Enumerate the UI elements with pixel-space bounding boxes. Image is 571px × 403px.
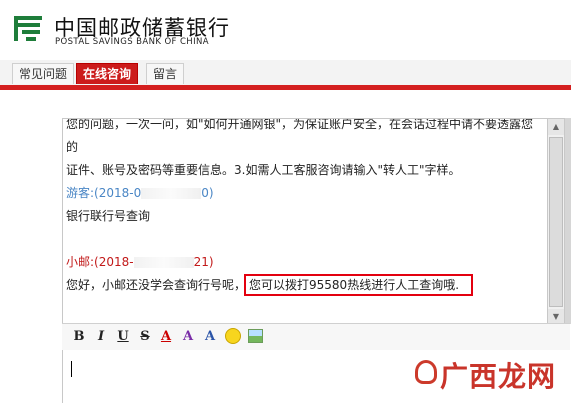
strikethrough-icon[interactable]: S xyxy=(136,328,154,346)
highlighted-hotline-text: 您可以拨打95580热线进行人工查询哦. xyxy=(244,274,474,296)
font-size-icon[interactable]: A xyxy=(201,328,219,346)
guest-name: 游客:(2018-0 xyxy=(66,186,142,200)
underline-icon[interactable]: U xyxy=(114,328,132,346)
tab-faq[interactable]: 常见问题 xyxy=(12,63,75,84)
italic-icon[interactable]: I xyxy=(92,328,110,346)
watermark-text: 广西龙网 xyxy=(440,360,557,393)
text-caret xyxy=(71,361,72,377)
agent-time-tail: 21) xyxy=(193,255,214,269)
redacted-time xyxy=(141,188,202,199)
tab-bar: 常见问题 在线咨询 留言 xyxy=(0,60,571,86)
window-edge xyxy=(565,118,571,324)
chat-scrollbar[interactable]: ▲ ▼ xyxy=(547,118,565,326)
watermark-logo-icon xyxy=(415,360,437,384)
guest-message-meta: 游客:(2018-0 0) xyxy=(66,182,541,205)
agent-message-meta: 小邮:(2018- 21) xyxy=(66,251,541,274)
agent-name: 小邮:(2018- xyxy=(66,255,134,269)
system-tip-line1: 您的问题，一次一问，如"如何开通网银"，为保证账户安全，在会话过程中请不要透露您… xyxy=(66,118,534,154)
highlight-icon[interactable]: A xyxy=(179,328,197,346)
agent-message-part1: 您好，小邮还没学会查询行号呢， xyxy=(66,278,247,292)
chat-history[interactable]: 您的问题，一次一问，如"如何开通网银"，为保证账户安全，在会话过程中请不要透露您… xyxy=(62,118,548,326)
agent-message: 您好，小邮还没学会查询行号呢， 您可以拨打95580热线进行人工查询哦. xyxy=(66,274,541,297)
redacted-time xyxy=(133,257,194,268)
guest-message: 银行联行号查询 xyxy=(66,209,151,223)
format-toolbar: B I U S A A A xyxy=(62,323,570,351)
tab-underline-bar xyxy=(0,85,571,90)
system-tip-line2: 证件、账号及密码等重要信息。3.如需人工客服咨询请输入"转人工"字样。 xyxy=(66,163,461,177)
header: 中国邮政储蓄银行 POSTAL SAVINGS BANK OF CHINA xyxy=(0,0,571,60)
logo-english-name: POSTAL SAVINGS BANK OF CHINA xyxy=(55,37,209,47)
bold-icon[interactable]: B xyxy=(70,328,88,346)
tab-message[interactable]: 留言 xyxy=(146,63,185,84)
postal-logo-icon xyxy=(14,16,42,41)
font-color-icon[interactable]: A xyxy=(157,328,175,346)
scroll-up-arrow-icon[interactable]: ▲ xyxy=(548,119,564,135)
scroll-thumb[interactable] xyxy=(549,137,563,307)
guest-time-tail: 0) xyxy=(201,186,214,200)
image-icon[interactable] xyxy=(248,329,263,343)
tab-online-consult[interactable]: 在线咨询 xyxy=(76,63,139,84)
emoji-icon[interactable] xyxy=(225,328,241,344)
